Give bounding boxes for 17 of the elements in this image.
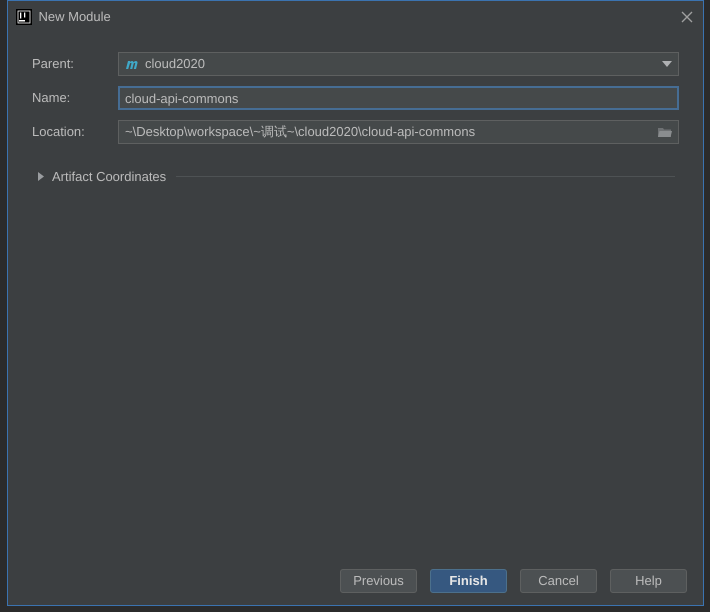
app-logo-icon: [16, 8, 32, 24]
field-label: Location:: [32, 123, 86, 142]
close-icon[interactable]: [681, 10, 693, 22]
window-title: New Module: [38, 8, 111, 26]
dropdown-value: cloud2020: [145, 55, 206, 74]
section-title[interactable]: Artifact Coordinates: [52, 167, 166, 186]
field-label: Name:: [32, 89, 72, 108]
parent-dropdown[interactable]: cloud2020: [118, 52, 679, 76]
default-button[interactable]: Finish: [430, 569, 507, 593]
name-field[interactable]: cloud-api-commons: [118, 86, 679, 110]
location-field[interactable]: ~\Desktop\workspace\~调试~\cloud2020\cloud-api-commons: [118, 120, 679, 144]
chevron-right-icon[interactable]: [38, 172, 44, 182]
dialog-button[interactable]: Help: [610, 569, 687, 593]
dialog-button[interactable]: Previous: [340, 569, 417, 593]
dropdown-arrow-icon: [662, 61, 672, 67]
field-label: Parent:: [32, 55, 75, 74]
dialog-button[interactable]: Cancel: [520, 569, 597, 593]
